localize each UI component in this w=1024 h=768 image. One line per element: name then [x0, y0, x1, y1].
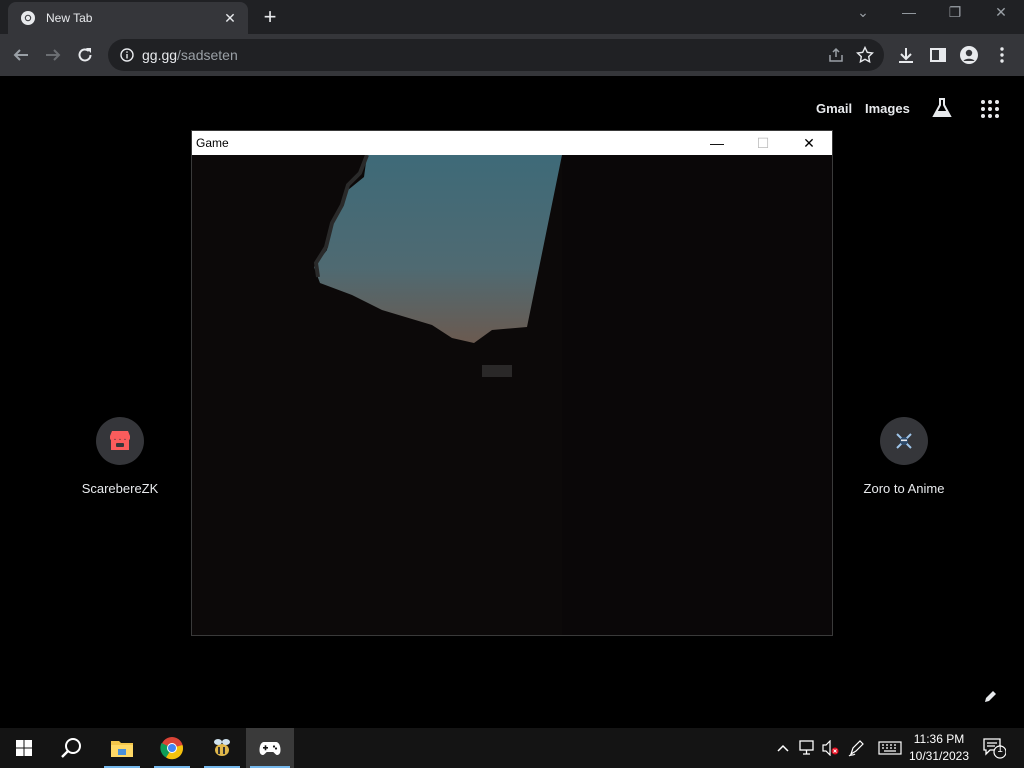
downloads-button[interactable]	[895, 44, 917, 66]
search-icon	[61, 738, 81, 758]
taskbar-clock[interactable]: 11:36 PM 10/31/2023	[906, 731, 972, 765]
speaker-muted-icon	[822, 740, 839, 756]
network-button[interactable]	[796, 728, 818, 768]
network-icon	[799, 740, 814, 755]
download-icon	[899, 48, 913, 63]
shortcut-label: Zoro to Anime	[863, 481, 945, 496]
back-button[interactable]	[10, 44, 32, 66]
bookmark-star-icon[interactable]	[855, 45, 875, 69]
notification-count-badge: 1	[997, 744, 1003, 755]
profile-button[interactable]	[958, 44, 980, 66]
itchio-store-icon	[110, 431, 130, 450]
chrome-icon	[160, 737, 184, 760]
clock-time: 11:36 PM	[913, 732, 965, 746]
game-close-button[interactable]: ✕	[786, 131, 832, 155]
browser-tab-strip: New Tab ✕ + ⌄ — ❐ ✕	[0, 0, 1024, 34]
shortcut-scarebere[interactable]: ScarebereZK	[60, 417, 180, 496]
window-minimize-button[interactable]: —	[894, 4, 924, 20]
touch-keyboard-button[interactable]	[876, 728, 904, 768]
start-button[interactable]	[0, 728, 48, 768]
keyboard-icon	[878, 741, 902, 755]
side-panel-button[interactable]	[927, 44, 949, 66]
labs-flask-icon[interactable]	[930, 96, 954, 125]
show-hidden-icons-button[interactable]	[774, 728, 792, 768]
address-bar[interactable]: gg.gg/sadseten	[108, 39, 884, 71]
shortcut-icon-circle	[96, 417, 144, 465]
side-panel-icon	[930, 48, 946, 62]
action-center-button[interactable]: 1	[980, 728, 1008, 768]
chrome-menu-button[interactable]	[991, 44, 1013, 66]
info-icon[interactable]	[120, 48, 134, 62]
taskbar-chrome[interactable]	[148, 728, 196, 768]
tab-title: New Tab	[46, 11, 93, 25]
search-button[interactable]	[48, 728, 96, 768]
arrow-right-icon	[46, 49, 61, 61]
window-restore-button[interactable]: ❐	[940, 4, 970, 21]
tab-new-tab[interactable]: New Tab ✕	[8, 2, 248, 34]
pen-workspace-button[interactable]	[846, 728, 868, 768]
forward-button[interactable]	[42, 44, 64, 66]
shortcut-icon-circle	[880, 417, 928, 465]
new-tab-button[interactable]: +	[258, 6, 282, 28]
taskbar-file-explorer[interactable]	[98, 728, 146, 768]
clock-date: 10/31/2023	[908, 749, 970, 763]
chevron-up-icon	[777, 744, 789, 752]
share-icon[interactable]	[828, 47, 844, 68]
folder-icon	[111, 741, 133, 757]
windows-logo-icon	[16, 740, 32, 756]
kebab-menu-icon	[1000, 47, 1004, 63]
game-titlebar[interactable]: Game — ☐ ✕	[192, 131, 832, 155]
gamepad-icon	[259, 742, 281, 755]
bee-app-icon	[214, 739, 230, 756]
window-close-button[interactable]: ✕	[986, 4, 1016, 21]
reload-icon	[78, 48, 92, 62]
tab-close-icon[interactable]: ✕	[220, 10, 240, 27]
url-path: /sadseten	[177, 47, 238, 63]
reload-button[interactable]	[74, 44, 96, 66]
gmail-link[interactable]: Gmail	[816, 101, 852, 116]
game-scene	[192, 155, 832, 635]
url-host: gg.gg	[142, 47, 178, 63]
shortcut-zoro[interactable]: Zoro to Anime	[844, 417, 964, 496]
game-window-title: Game	[196, 136, 229, 150]
profile-avatar-icon	[960, 46, 978, 64]
game-viewport[interactable]	[192, 155, 832, 635]
volume-button[interactable]	[820, 728, 842, 768]
url-text: gg.gg/sadseten	[142, 47, 238, 63]
zoro-anime-icon	[896, 433, 912, 449]
tab-search-icon[interactable]: ⌄	[848, 4, 878, 21]
customize-pencil-icon[interactable]	[984, 689, 998, 708]
shortcut-label: ScarebereZK	[81, 481, 159, 496]
images-link[interactable]: Images	[865, 101, 910, 116]
game-maximize-button[interactable]: ☐	[740, 131, 786, 155]
chrome-icon	[21, 11, 35, 25]
windows-taskbar: 11:36 PM 10/31/2023 1	[0, 728, 1024, 768]
taskbar-app-bee[interactable]	[198, 728, 246, 768]
game-minimize-button[interactable]: —	[694, 131, 740, 155]
google-apps-grid-icon[interactable]	[980, 99, 1000, 124]
distant-light	[482, 365, 512, 377]
taskbar-game[interactable]	[246, 728, 294, 768]
arrow-left-icon	[13, 49, 28, 61]
browser-toolbar: gg.gg/sadseten	[0, 34, 1024, 76]
game-window: Game — ☐ ✕	[191, 130, 833, 636]
pen-icon	[848, 740, 864, 757]
